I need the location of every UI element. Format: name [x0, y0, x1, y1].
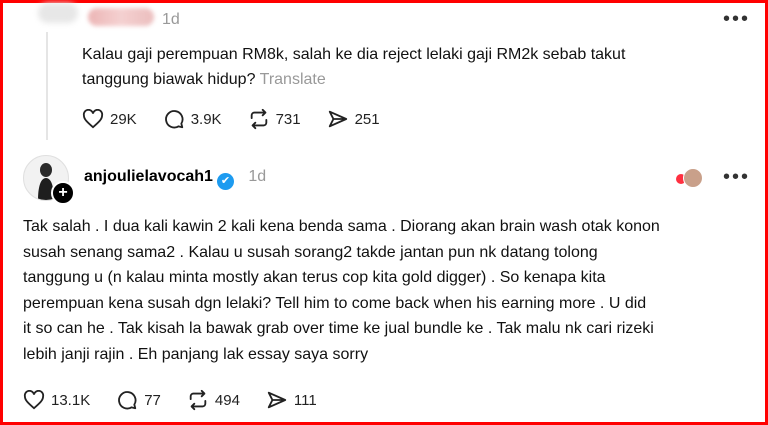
- blurred-username[interactable]: [88, 8, 154, 26]
- comment-icon: [164, 110, 184, 129]
- post-time: 1d: [162, 11, 180, 28]
- blurred-avatar: [38, 3, 78, 23]
- post-actions: 29K 3.9K 731 251: [82, 108, 406, 130]
- post-repost-button[interactable]: 731: [248, 108, 301, 130]
- heart-icon: [23, 390, 45, 410]
- post-share-button[interactable]: 251: [327, 108, 380, 130]
- verified-badge-icon: ✔: [216, 173, 234, 190]
- reply-like-count: 13.1K: [51, 391, 91, 409]
- reply-line: lebih janji rajin . Eh panjang lak essay…: [23, 345, 369, 363]
- share-icon: [328, 110, 347, 128]
- reply-share-button[interactable]: 111: [266, 389, 317, 411]
- reply-repost-count: 494: [214, 391, 240, 409]
- reply-like-button[interactable]: 13.1K: [23, 390, 90, 410]
- reply-comment-count: 77: [144, 391, 161, 409]
- post-more-icon[interactable]: •••: [723, 8, 750, 31]
- reply-time: 1d: [248, 168, 267, 185]
- repost-icon: [250, 108, 267, 130]
- repost-icon: [189, 389, 207, 411]
- translate-link[interactable]: Translate: [260, 71, 326, 88]
- post-like-button[interactable]: 29K: [82, 109, 137, 129]
- post-like-count: 29K: [110, 110, 137, 128]
- reply-header: anjoulielavocah1 ✔ 1d: [84, 168, 266, 190]
- reply-actions: 13.1K 77 494 111: [23, 389, 343, 411]
- post-comment-button[interactable]: 3.9K: [163, 108, 222, 130]
- reply-comment-button[interactable]: 77: [116, 389, 161, 411]
- follow-plus-icon[interactable]: +: [51, 181, 75, 205]
- post-share-count: 251: [354, 110, 380, 128]
- post-comment-count: 3.9K: [190, 110, 222, 128]
- heart-icon: [82, 109, 104, 129]
- reply-more-icon[interactable]: •••: [723, 166, 750, 189]
- post-repost-count: 731: [275, 110, 301, 128]
- reply-line: Tak salah . I dua kali kawin 2 kali kena…: [23, 218, 660, 235]
- reply-share-count: 111: [293, 391, 317, 409]
- reply-username[interactable]: anjoulielavocah1: [84, 168, 213, 185]
- reply-text: Tak salah . I dua kali kawin 2 kali kena…: [23, 214, 753, 367]
- comment-icon: [118, 391, 137, 410]
- post-text: Kalau gaji perempuan RM8k, salah ke dia …: [82, 42, 742, 92]
- reply-repost-button[interactable]: 494: [187, 389, 240, 411]
- thread-line: [46, 32, 48, 140]
- post-text-line-2: tanggung biawak hidup?: [82, 71, 256, 88]
- reply-line: perempuan kena susah dgn lelaki? Tell hi…: [23, 294, 647, 312]
- reply-line: tanggung u (n kalau minta mostly akan te…: [23, 269, 606, 286]
- reply-line: it so can he . Tak kisah la bawak grab o…: [23, 320, 654, 337]
- post-text-line-1: Kalau gaji perempuan RM8k, salah ke dia …: [82, 46, 626, 63]
- share-icon: [267, 391, 287, 409]
- liked-by-author-icon[interactable]: [676, 168, 703, 188]
- reply-line: susah senang sama2 . Kalau u susah soran…: [23, 243, 598, 261]
